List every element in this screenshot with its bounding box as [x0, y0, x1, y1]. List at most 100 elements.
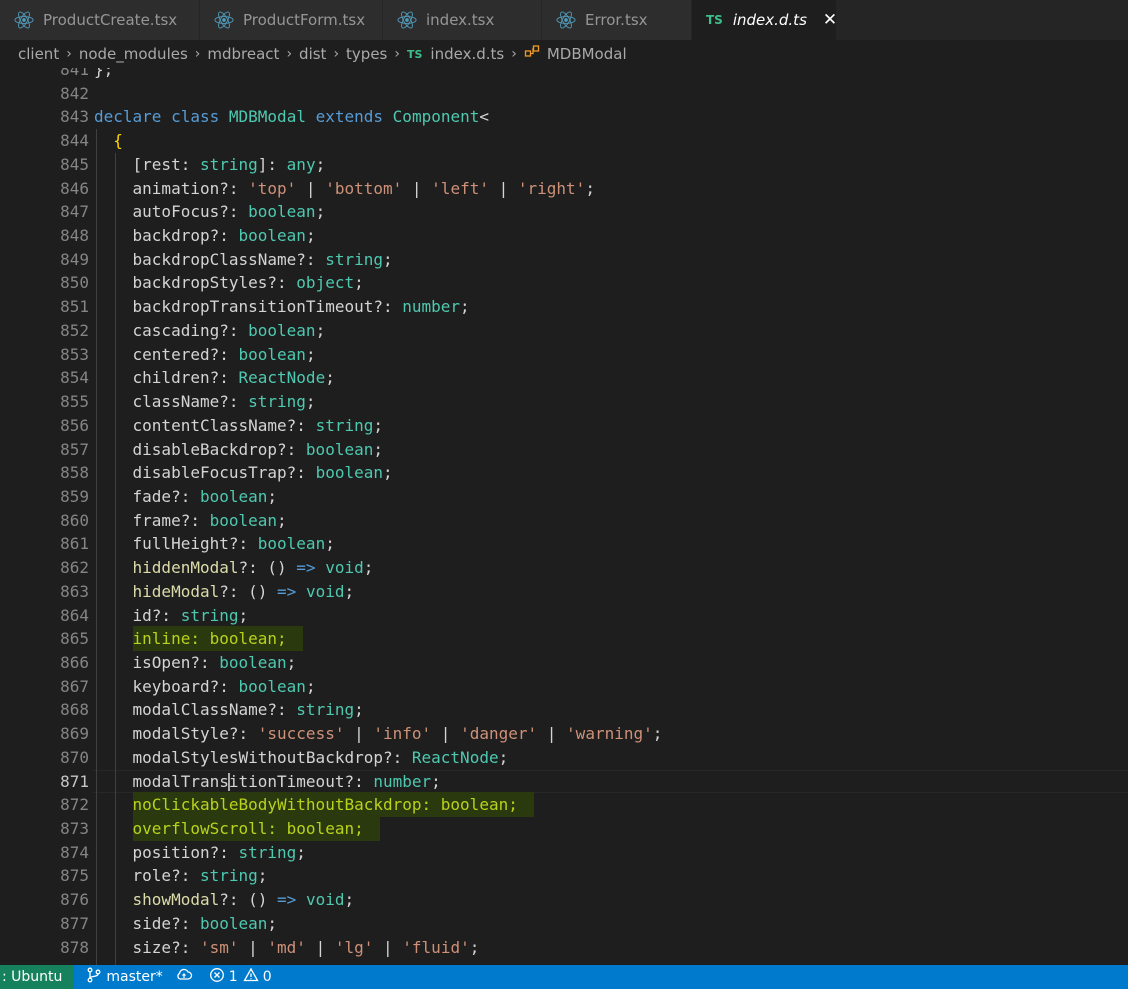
code-token: 'success'	[257, 724, 345, 744]
code-token: ;	[373, 415, 383, 435]
line-number: 868	[60, 700, 89, 720]
code-token: ReactNode	[411, 747, 499, 767]
line-number: 844	[60, 131, 89, 151]
code-token: modalStyle?:	[94, 724, 258, 744]
code-token: disableBackdrop?:	[94, 439, 306, 459]
line-number: 865	[60, 629, 89, 649]
react-icon	[14, 10, 34, 30]
code-text: size?: 'sm' | 'md' | 'lg' | 'fluid';	[94, 936, 480, 960]
code-token: |	[238, 937, 268, 957]
code-token: number	[373, 771, 432, 791]
line-number: 854	[60, 368, 89, 388]
code-token: |	[296, 178, 326, 198]
code-token: any	[286, 154, 316, 174]
code-line: 873 overflowScroll: boolean;	[0, 816, 1128, 841]
breadcrumb-item-types[interactable]: types	[346, 45, 387, 63]
line-number: 864	[60, 605, 89, 625]
code-line: 870 modalStylesWithoutBackdrop?: ReactNo…	[0, 746, 1128, 770]
breadcrumb-item-client[interactable]: client	[18, 45, 59, 63]
code-token: ]:	[257, 154, 287, 174]
code-text: role?: string;	[94, 864, 268, 888]
code-token: ?: ()	[219, 581, 278, 601]
tab-productform-tsx[interactable]: ProductForm.tsx	[200, 0, 383, 40]
code-token: boolean	[238, 344, 306, 364]
error-icon	[209, 967, 225, 987]
code-token: cascading?:	[94, 320, 249, 340]
code-token: ;	[238, 605, 249, 625]
breadcrumb-item-mdbreact[interactable]: mdbreact	[207, 45, 279, 63]
code-line: 843 declare class MDBModal extends Compon…	[0, 105, 1128, 129]
breadcrumb-file[interactable]: index.d.ts	[430, 45, 504, 63]
code-token: 'info'	[373, 724, 432, 744]
code-text: isOpen?: boolean;	[94, 651, 297, 675]
git-branch-label: master*	[106, 969, 163, 985]
line-number: 859	[60, 486, 89, 506]
code-text: centered?: boolean;	[94, 343, 316, 367]
remote-label: : Ubuntu	[2, 969, 63, 985]
code-token: autoFocus?:	[94, 202, 249, 222]
code-line: 865 inline: boolean;	[0, 626, 1128, 652]
code-token: itionTimeout?:	[228, 771, 374, 791]
code-token: string	[199, 866, 258, 886]
code-line: 856 contentClassName?: string;	[0, 414, 1128, 438]
indent-guide	[115, 152, 116, 965]
line-number: 873	[60, 819, 89, 838]
line-number: 874	[60, 842, 89, 862]
code-token: className?:	[94, 392, 249, 412]
code-token: disableFocusTrap?:	[94, 463, 316, 483]
highlighted-code: inline: boolean;	[132, 626, 303, 652]
code-text: inline: boolean;	[94, 626, 303, 652]
sync-button[interactable]	[175, 967, 197, 987]
git-branch-status[interactable]: master*	[86, 967, 163, 987]
tab-error-tsx[interactable]: Error.tsx	[542, 0, 692, 40]
code-line: 855 className?: string;	[0, 390, 1128, 414]
code-line: 853 centered?: boolean;	[0, 343, 1128, 367]
code-editor[interactable]: 841}; 842 843 declare class MDBModal extend…	[0, 68, 1128, 965]
line-number: 867	[60, 676, 89, 696]
code-token: string	[296, 700, 355, 720]
breadcrumb-item-node_modules[interactable]: node_modules	[79, 45, 188, 63]
code-text: noClickableBodyWithoutBackdrop: boolean;	[94, 792, 534, 818]
error-count: 1	[228, 969, 238, 985]
code-token: string	[315, 415, 374, 435]
code-token: fullHeight?:	[94, 534, 258, 554]
line-number: 872	[60, 795, 89, 815]
remote-indicator[interactable]: : Ubuntu	[0, 965, 75, 989]
close-icon[interactable]: ✕	[823, 10, 837, 30]
code-token: 'bottom'	[325, 178, 403, 198]
line-number: 858	[60, 463, 89, 483]
code-token: ;	[373, 439, 383, 459]
tab-label: ProductForm.tsx	[243, 11, 366, 29]
line-number: 860	[60, 510, 89, 530]
code-token: ;	[469, 937, 480, 957]
code-token: [rest:	[94, 154, 200, 174]
code-token: ;	[286, 652, 297, 672]
code-token: 'right'	[517, 178, 586, 198]
react-icon	[214, 10, 234, 30]
tab-index-d-ts[interactable]: TS index.d.ts ✕	[692, 0, 837, 40]
code-token: ;	[652, 724, 663, 744]
code-token: ;	[305, 226, 316, 246]
tab-productcreate-tsx[interactable]: ProductCreate.tsx	[0, 0, 200, 40]
code-token: backdropStyles?:	[94, 273, 297, 293]
code-line: 850 backdropStyles?: object;	[0, 271, 1128, 295]
code-token: boolean	[315, 463, 383, 483]
code-token: void	[325, 558, 364, 578]
line-number: 863	[60, 581, 89, 601]
code-token: 'top'	[248, 178, 297, 198]
code-token: ;	[585, 178, 595, 198]
code-token: ;	[296, 842, 306, 862]
breadcrumb-symbol[interactable]: MDBModal	[547, 45, 627, 63]
code-token: =>	[296, 558, 316, 578]
problems-status[interactable]: 1 0	[209, 967, 272, 987]
tab-index-tsx[interactable]: index.tsx	[383, 0, 542, 40]
code-token: declare	[94, 107, 162, 127]
breadcrumb-item-dist[interactable]: dist	[299, 45, 326, 63]
code-token: string	[238, 842, 297, 862]
code-line: 842	[0, 82, 1128, 106]
code-text: backdropClassName?: string;	[94, 248, 393, 272]
